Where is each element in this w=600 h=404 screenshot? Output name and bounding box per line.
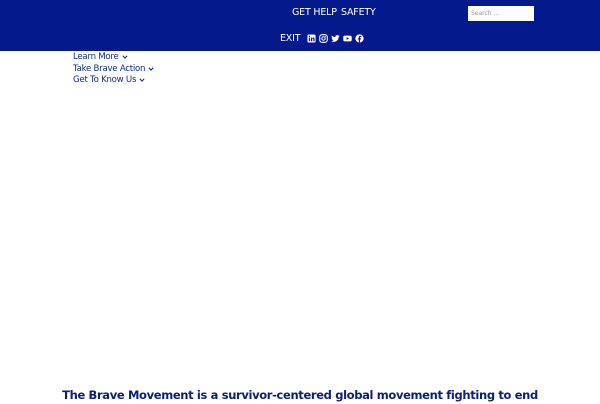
menu-item-label: Get To Know Us bbox=[73, 75, 137, 86]
twitter-icon[interactable] bbox=[331, 34, 340, 43]
menu-item-label: Learn More bbox=[73, 51, 119, 62]
youtube-icon[interactable] bbox=[343, 34, 352, 43]
top-header-bar: GET HELP SAFETY EXIT bbox=[0, 0, 600, 51]
facebook-icon[interactable] bbox=[355, 33, 364, 43]
chevron-down-icon bbox=[148, 66, 154, 72]
menu-item-get-to-know-us[interactable]: Get To Know Us bbox=[73, 74, 154, 86]
chevron-down-icon bbox=[139, 77, 145, 83]
search-input[interactable] bbox=[468, 6, 534, 21]
menu-item-take-brave-action[interactable]: Take Brave Action bbox=[73, 63, 154, 75]
safety-link[interactable]: SAFETY bbox=[341, 7, 376, 19]
chevron-down-icon bbox=[121, 54, 128, 60]
menu-item-label: Take Brave Action bbox=[73, 63, 146, 74]
social-links bbox=[307, 33, 364, 43]
linkedin-icon[interactable] bbox=[307, 33, 316, 43]
get-help-link[interactable]: GET HELP bbox=[292, 7, 337, 19]
instagram-icon[interactable] bbox=[319, 33, 328, 43]
hero-statement: The Brave Movement is a survivor-centere… bbox=[62, 388, 538, 402]
main-menu: Learn More Take Brave Action Get To Know… bbox=[73, 51, 154, 86]
exit-link[interactable]: EXIT bbox=[280, 33, 301, 45]
menu-item-learn-more[interactable]: Learn More bbox=[73, 51, 154, 63]
